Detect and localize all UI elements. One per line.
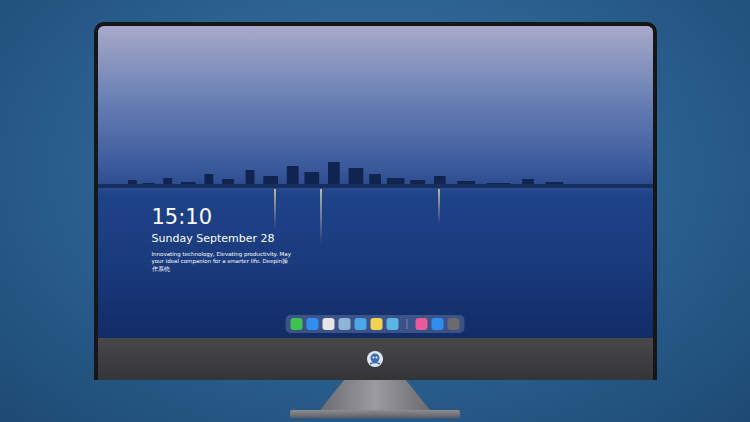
date: Sunday September 28 [152, 232, 292, 245]
logo-icon [366, 350, 384, 368]
dock-app-icon[interactable] [448, 318, 460, 330]
wallpaper [98, 26, 653, 338]
dock-separator [407, 319, 408, 329]
dock-app-icon[interactable] [339, 318, 351, 330]
shore [98, 184, 653, 188]
monitor-stand [320, 380, 430, 410]
time: 15:10 [152, 206, 292, 229]
lock-screen: 15:10 Sunday September 28 Innovating techn… [98, 26, 653, 338]
lock-clock: 15:10 Sunday September 28 Innovating techn… [152, 206, 292, 273]
dock-app-icon[interactable] [307, 318, 319, 330]
stand-base [290, 410, 460, 418]
monitor-chin [98, 338, 653, 380]
tagline: Innovating technology, Elevating product… [152, 251, 292, 272]
dock-app-icon[interactable] [432, 318, 444, 330]
dock-app-icon[interactable] [416, 318, 428, 330]
dock-app-icon[interactable] [355, 318, 367, 330]
dock-app-icon[interactable] [387, 318, 399, 330]
dock-app-icon[interactable] [371, 318, 383, 330]
dock [286, 315, 465, 333]
desktop-background: 15:10 Sunday September 28 Innovating techn… [0, 0, 750, 422]
dock-app-icon[interactable] [291, 318, 303, 330]
dock-app-icon[interactable] [323, 318, 335, 330]
monitor: 15:10 Sunday September 28 Innovating techn… [94, 22, 657, 380]
